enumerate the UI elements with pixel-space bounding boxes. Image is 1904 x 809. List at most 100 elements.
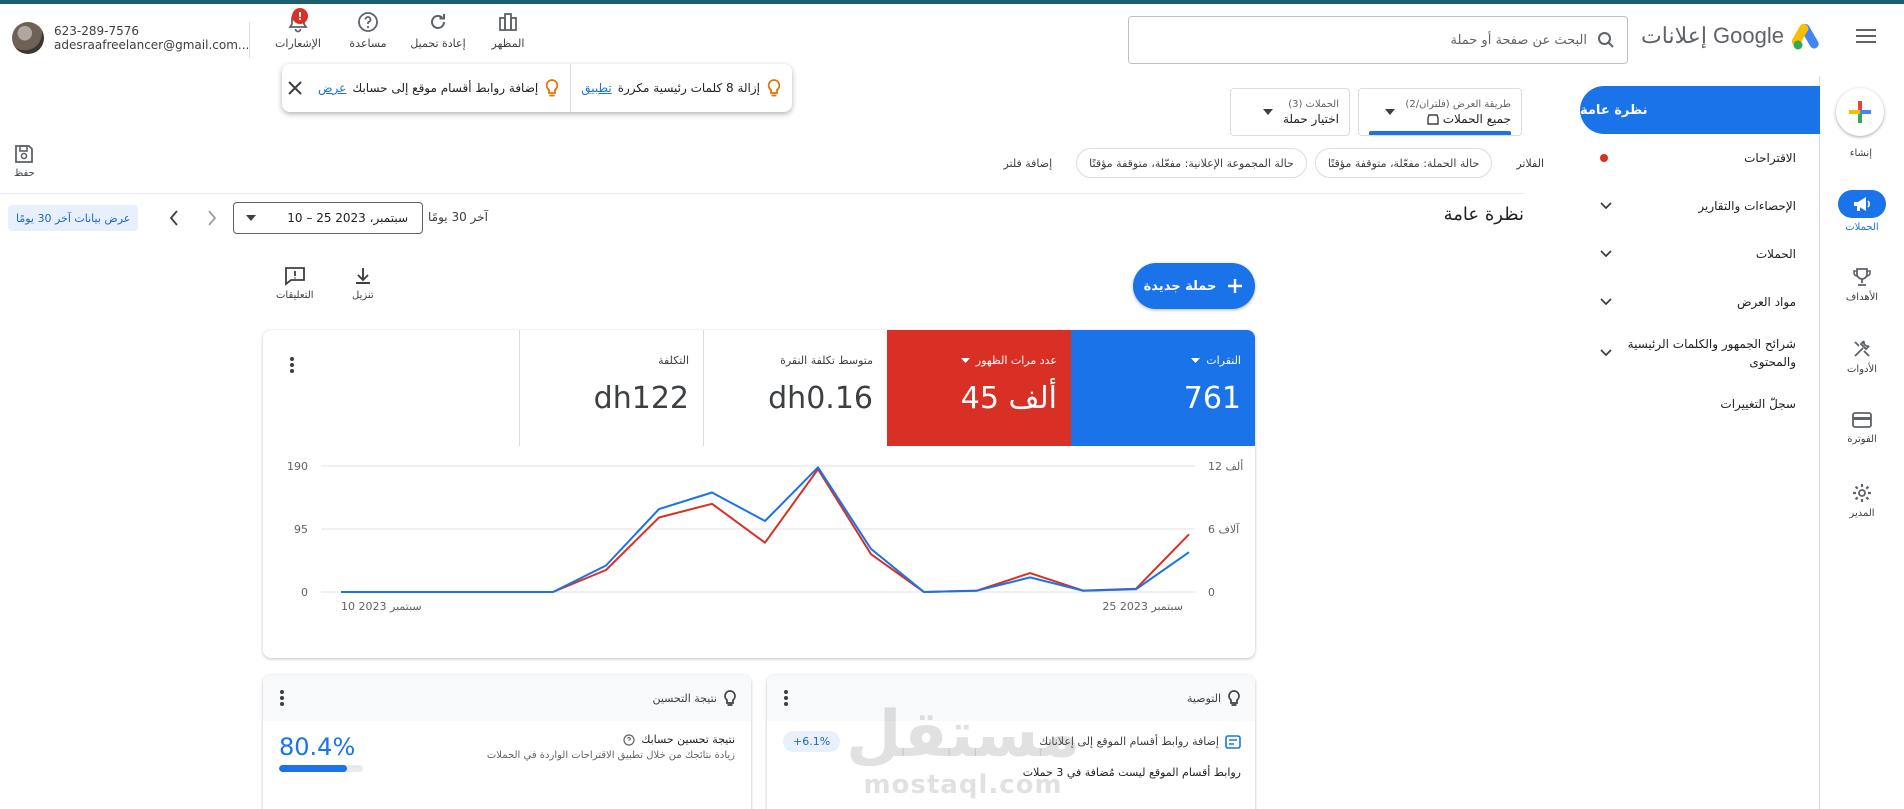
rail-item-admin[interactable]: المدير [1820,482,1904,519]
download-icon [355,268,370,284]
rail-item-campaigns[interactable]: الحملات [1820,190,1904,233]
view-selector[interactable]: طريقة العرض (فلتران/2) جميع الحملات [1358,88,1522,136]
more-vert-icon[interactable] [279,689,285,707]
chart-left-tick-label: 0 [301,586,308,599]
optimization-score-bar [279,765,363,772]
view-selector-underline [1369,131,1511,135]
campaign-selector-main: اختيار حملة [1282,111,1339,126]
optimization-subtitle: نتيجة تحسين حسابك [641,733,735,746]
previous-period-button[interactable] [162,206,186,230]
metric-impressions[interactable]: عدد مرات الظهور 45 ألف [887,330,1071,446]
filter-chip-campaign-status[interactable]: حالة الحملة: مفعّلة، متوقفة مؤقتًا [1314,148,1493,178]
search-box[interactable]: البحث عن صفحة أو حملة [1128,16,1628,64]
chart-right-tick-label: 6 آلاف [1208,522,1240,536]
refresh-button[interactable]: إعادة تحميل [408,10,468,50]
recommendation-item[interactable]: إضافة روابط أقسام الموقع إلى إعلاناتك [1039,735,1219,748]
chevron-down-icon [1600,349,1612,357]
apply-link[interactable]: تطبيق [581,81,611,95]
optimization-score: 80.4% [279,733,356,761]
optimization-desc: زيادة نتائجك من خلال تطبيق الاقتراحات ال… [486,750,735,761]
date-range-picker[interactable]: 10 – 25 سبتمبر، 2023 [233,202,423,234]
next-period-button[interactable] [200,206,224,230]
side-nav: نظرة عامة الاقتراحات الإحصاءات والتقارير… [1580,86,1820,428]
nav-item-overview[interactable]: نظرة عامة [1580,86,1820,134]
campaign-selector[interactable]: الحملات (3) اختيار حملة [1230,88,1350,136]
megaphone-icon [1854,197,1870,211]
save-label: حفظ [14,168,35,179]
nav-item-insights-reports[interactable]: الإحصاءات والتقارير [1580,182,1820,230]
chevron-down-icon [1600,298,1612,306]
nav-item-assets[interactable]: مواد العرض [1580,278,1820,326]
chevron-down-icon [1600,202,1612,210]
optimization-score-card: نتيجة التحسين 80.4% نتيجة تحسين حسابك زي… [263,675,751,809]
view-selector-sub: طريقة العرض (فلتران/2) [1405,98,1511,110]
help-label: مساعدة [349,37,387,50]
lightbulb-icon [546,79,559,97]
rail-label-goals: الأهداف [1845,292,1879,303]
chart-left-tick-label: 95 [294,523,308,536]
page-title: نظرة عامة [1443,204,1524,225]
rail-item-tools[interactable]: الأدوات [1820,338,1904,375]
metric-value: dh122 [593,381,689,416]
rail-item-billing[interactable]: الفوترة [1820,410,1904,445]
appearance-button[interactable]: المظهر [478,10,538,50]
nav-item-label: مواد العرض [1736,295,1796,309]
create-button[interactable] [1836,88,1884,136]
download-button[interactable]: تنزيل [352,266,374,301]
campaign-selector-sub: الحملات (3) [1288,98,1339,110]
nav-item-label: شرائح الجمهور والكلمات الرئيسية والمحتوى [1627,337,1796,369]
top-accent-line [0,0,1904,4]
notification-alert-badge: ! [292,8,308,24]
account-email: adesraafreelancer@gmail.com... [54,38,250,52]
filter-bar: الفلاتر حالة الحملة: مفعّلة، متوقفة مؤقت… [1003,148,1544,178]
filter-divider [0,193,1524,194]
notifications-button[interactable]: ! الإشعارات [268,8,328,50]
nav-item-recommendations[interactable]: الاقتراحات [1580,134,1820,182]
logo-text: إعلانات Google [1641,23,1784,48]
account-info[interactable]: 623-289-7576 adesraafreelancer@gmail.com… [12,22,249,54]
nav-item-change-history[interactable]: سجلّ التغييرات [1580,380,1820,428]
search-input[interactable]: البحث عن صفحة أو حملة [1450,33,1587,48]
dropdown-arrow-icon [1191,358,1201,363]
trophy-icon [1853,268,1871,286]
dropdown-arrow-icon [246,215,256,221]
new-campaign-button[interactable]: حملة جديدة [1133,263,1255,309]
google-ads-logo-icon [1792,23,1819,50]
more-vert-icon[interactable] [289,356,295,374]
metric-cost[interactable]: التكلفة dh122 [519,330,703,446]
help-icon[interactable] [623,733,635,746]
rail-label-tools: الأدوات [1847,364,1877,375]
rail-item-goals[interactable]: الأهداف [1820,266,1904,303]
filter-chip-adgroup-status[interactable]: حالة المجموعة الإعلانية: مفعّلة، متوقفة … [1076,148,1307,178]
refresh-label: إعادة تحميل [410,37,466,50]
compare-period-button[interactable]: عرض بيانات آخر 30 يومًا [8,205,139,231]
close-icon[interactable] [288,81,302,95]
comments-label: التعليقات [276,290,314,301]
add-filter-button[interactable]: إضافة فلتر [1003,157,1052,170]
view-link[interactable]: عرض [318,81,346,95]
avatar[interactable] [12,22,44,54]
dropdown-arrow-icon [960,358,970,363]
menu-icon[interactable] [1852,22,1880,50]
more-vert-icon[interactable] [783,689,789,707]
suggestion-duplicate-keywords: إزالة 8 كلمات رئيسية مكررة تطبيق [571,64,792,112]
download-label: تنزيل [352,290,374,301]
gear-icon [1853,484,1871,502]
metric-clicks[interactable]: النقرات 761 [1071,330,1255,446]
chart-left-tick-label: 190 [287,460,308,473]
help-button[interactable]: مساعدة [338,10,398,50]
metric-avg-cpc[interactable]: متوسط تكلفة النقرة dh0.16 [703,330,887,446]
lightbulb-icon [1228,690,1240,706]
search-icon [1598,32,1614,48]
plus-icon [1849,101,1871,123]
plus-icon [1228,279,1243,293]
google-ads-logo[interactable]: إعلانات Google [1641,20,1824,52]
chevron-down-icon [1600,250,1612,258]
nav-item-campaigns[interactable]: الحملات [1580,230,1820,278]
recommendation-detail: روابط أقسام الموقع ليست مُضافة في 3 حملا… [1022,766,1241,779]
save-button[interactable]: حفظ [14,144,35,179]
rail-label-campaigns: الحملات [1845,222,1879,233]
comments-button[interactable]: التعليقات [276,266,314,301]
nav-item-audiences-keywords[interactable]: شرائح الجمهور والكلمات الرئيسية والمحتوى [1580,326,1820,380]
lightbulb-icon [767,79,781,97]
